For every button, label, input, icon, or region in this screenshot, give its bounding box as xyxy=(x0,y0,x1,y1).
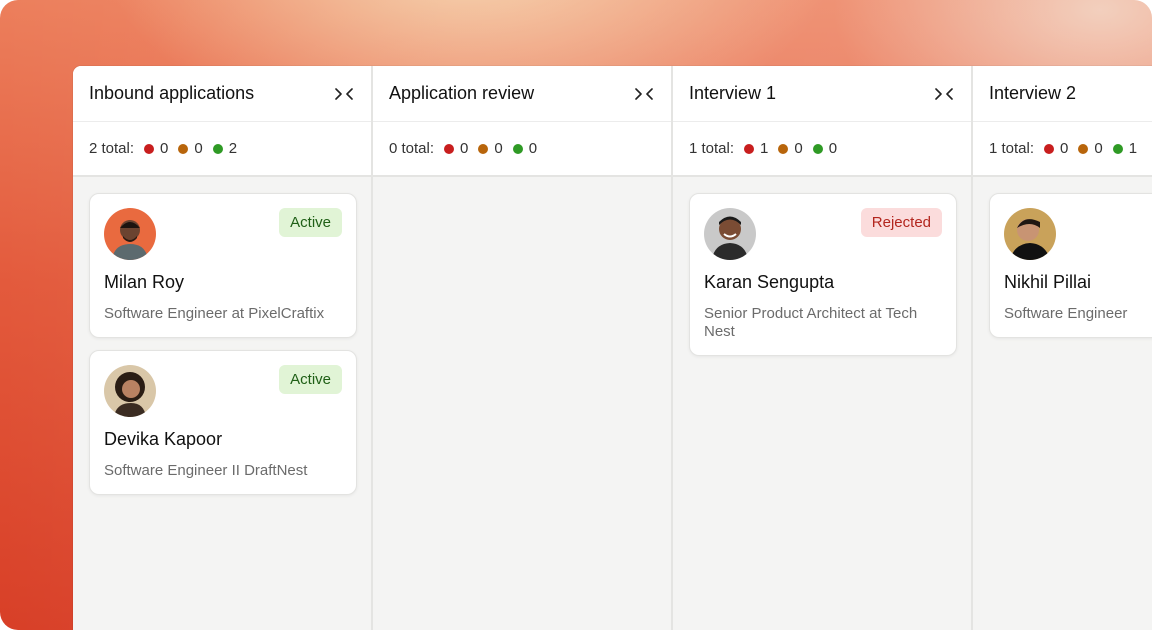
rejected-count-value: 0 xyxy=(160,140,169,157)
avatar-nikhil xyxy=(1004,208,1056,260)
active-count-value: 2 xyxy=(228,140,238,157)
green-dot-icon xyxy=(512,143,523,154)
candidate-name[interactable]: Milan Roy xyxy=(104,272,342,293)
column-application-review: Application review 0 total: 0 0 0 xyxy=(373,66,673,630)
green-dot-icon xyxy=(1112,143,1123,154)
rejected-count: 0 xyxy=(1044,140,1068,157)
candidate-card[interactable]: Active Milan Roy Software Engineer at Pi… xyxy=(89,193,357,338)
total-label: 2 total: xyxy=(89,140,135,157)
candidate-role: Software Engineer xyxy=(1004,305,1128,322)
rejected-count: 0 xyxy=(144,140,168,157)
on-hold-count-value: 0 xyxy=(194,140,203,157)
red-dot-icon xyxy=(144,143,155,154)
candidate-name[interactable]: Karan Sengupta xyxy=(704,272,942,293)
column-stats: 1 total: 1 0 0 xyxy=(673,122,971,177)
column-title: Application review xyxy=(389,83,535,103)
status-badge: Rejected xyxy=(860,208,942,237)
rejected-count: 0 xyxy=(444,140,468,157)
column-body: Rejected Karan Sengupta Senior Product A… xyxy=(673,177,971,630)
candidate-card[interactable]: Active Devika Kapoor Software Engineer I… xyxy=(89,350,357,495)
amber-dot-icon xyxy=(778,143,789,154)
candidate-role: Software Engineer at PixelCraftix xyxy=(104,305,325,322)
total-label: 1 total: xyxy=(989,140,1035,157)
avatar-milan xyxy=(104,208,156,260)
candidate-name[interactable]: Devika Kapoor xyxy=(104,429,342,450)
active-count: 2 xyxy=(212,140,238,157)
collapse-icon[interactable] xyxy=(333,83,355,105)
column-title: Interview 2 xyxy=(989,83,1077,103)
active-count: 0 xyxy=(512,140,538,157)
column-body: Active Milan Roy Software Engineer at Pi… xyxy=(73,177,371,630)
total-label: 0 total: xyxy=(389,140,435,157)
column-header: Interview 1 xyxy=(673,66,971,122)
status-badge: Active xyxy=(279,365,342,394)
candidate-card[interactable]: Nikhil Pillai Software Engineer xyxy=(989,193,1152,338)
collapse-icon[interactable] xyxy=(933,83,955,105)
column-inbound-applications: Inbound applications 2 total: 0 0 2 Acti… xyxy=(73,66,373,630)
red-dot-icon xyxy=(744,143,755,154)
red-dot-icon xyxy=(1044,143,1055,154)
active-count: 0 xyxy=(812,140,838,157)
column-body xyxy=(373,177,671,630)
column-body: Nikhil Pillai Software Engineer xyxy=(973,177,1152,630)
rejected-count-value: 0 xyxy=(1060,140,1069,157)
column-title: Interview 1 xyxy=(689,83,777,103)
on-hold-count: 0 xyxy=(178,140,203,157)
column-interview-1: Interview 1 1 total: 1 0 0 Rejected Kara… xyxy=(673,66,973,630)
active-count-value: 0 xyxy=(528,140,538,157)
rejected-count-value: 1 xyxy=(760,140,769,157)
on-hold-count-value: 0 xyxy=(494,140,503,157)
amber-dot-icon xyxy=(178,143,189,154)
on-hold-count: 0 xyxy=(778,140,803,157)
column-interview-2: Interview 2 1 total: 0 0 1 Nikhil Pillai… xyxy=(973,66,1152,630)
active-count-value: 0 xyxy=(828,140,838,157)
active-count-value: 1 xyxy=(1128,140,1138,157)
candidate-card[interactable]: Rejected Karan Sengupta Senior Product A… xyxy=(689,193,957,356)
amber-dot-icon xyxy=(478,143,489,154)
green-dot-icon xyxy=(812,143,823,154)
on-hold-count-value: 0 xyxy=(794,140,803,157)
column-header: Application review xyxy=(373,66,671,122)
on-hold-count: 0 xyxy=(1078,140,1103,157)
candidate-role: Software Engineer II DraftNest xyxy=(104,462,308,479)
column-stats: 1 total: 0 0 1 xyxy=(973,122,1152,177)
column-title: Inbound applications xyxy=(89,83,255,103)
kanban-board: Inbound applications 2 total: 0 0 2 Acti… xyxy=(73,66,1152,630)
green-dot-icon xyxy=(212,143,223,154)
column-stats: 2 total: 0 0 2 xyxy=(73,122,371,177)
avatar-devika xyxy=(104,365,156,417)
amber-dot-icon xyxy=(1078,143,1089,154)
on-hold-count: 0 xyxy=(478,140,503,157)
column-stats: 0 total: 0 0 0 xyxy=(373,122,671,177)
rejected-count: 1 xyxy=(744,140,768,157)
candidate-name[interactable]: Nikhil Pillai xyxy=(1004,272,1152,293)
rejected-count-value: 0 xyxy=(460,140,469,157)
avatar-karan xyxy=(704,208,756,260)
active-count: 1 xyxy=(1112,140,1138,157)
column-header: Inbound applications xyxy=(73,66,371,122)
collapse-icon[interactable] xyxy=(633,83,655,105)
status-badge: Active xyxy=(279,208,342,237)
on-hold-count-value: 0 xyxy=(1094,140,1103,157)
red-dot-icon xyxy=(444,143,455,154)
candidate-role: Senior Product Architect at Tech Nest xyxy=(704,305,918,340)
total-label: 1 total: xyxy=(689,140,735,157)
column-header: Interview 2 xyxy=(973,66,1152,122)
